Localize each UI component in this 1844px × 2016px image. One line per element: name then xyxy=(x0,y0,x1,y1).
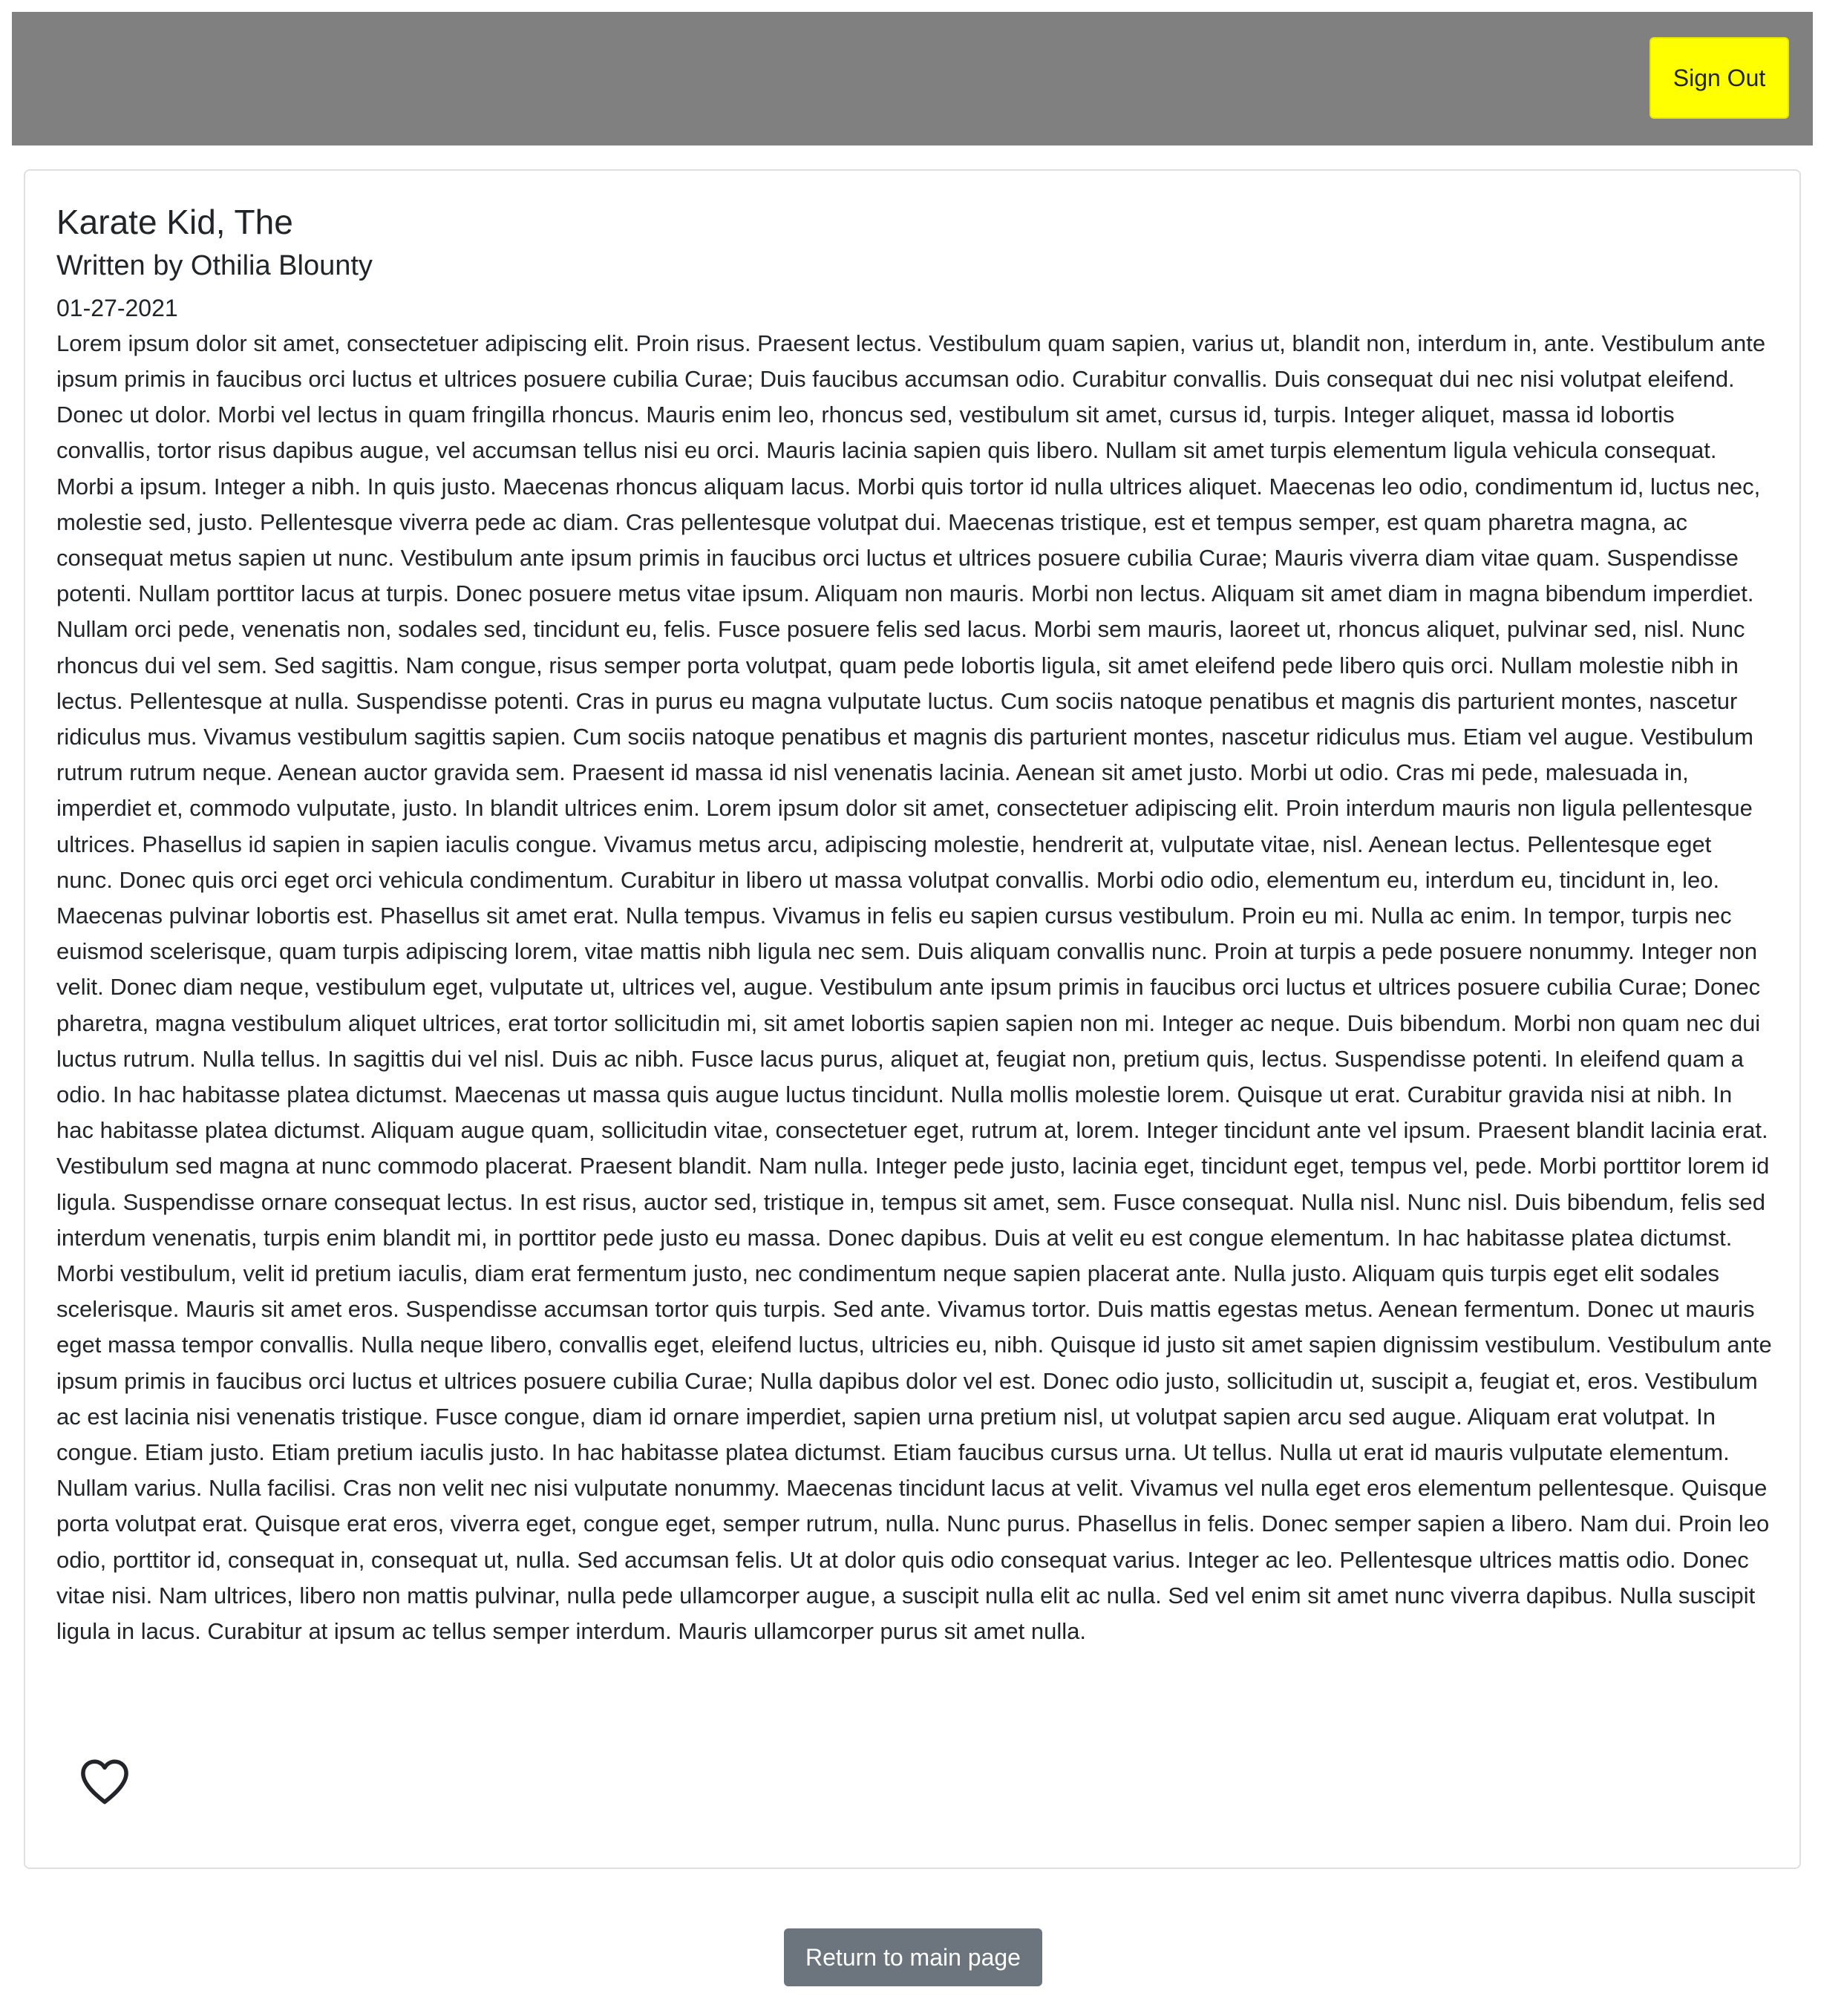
article-content: Karate Kid, The Written by Othilia Bloun… xyxy=(56,202,1773,1649)
article-date: 01-27-2021 xyxy=(56,294,178,321)
article-card: Karate Kid, The Written by Othilia Bloun… xyxy=(24,169,1801,1869)
article-body: Lorem ipsum dolor sit amet, consectetuer… xyxy=(56,330,1772,1644)
article-author: Written by Othilia Blounty xyxy=(56,250,373,282)
top-navbar: Sign Out xyxy=(12,12,1813,145)
heart-outline-icon[interactable] xyxy=(79,1758,131,1805)
return-to-main-button[interactable]: Return to main page xyxy=(784,1928,1042,1986)
sign-out-button[interactable]: Sign Out xyxy=(1650,37,1789,119)
article-title: Karate Kid, The xyxy=(56,203,293,241)
